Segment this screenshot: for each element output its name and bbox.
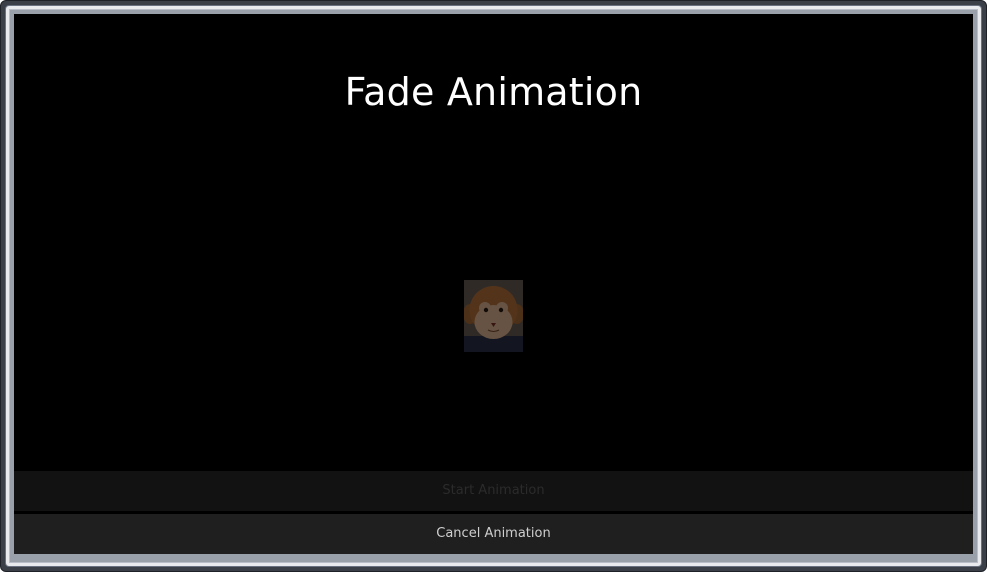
monkey-face-icon — [463, 280, 524, 352]
page-title: Fade Animation — [344, 70, 643, 114]
cancel-animation-button[interactable]: Cancel Animation — [14, 514, 973, 554]
app-screen: Fade Animation Start Animation Cancel An… — [14, 14, 973, 554]
fading-image — [463, 280, 524, 352]
start-animation-button[interactable]: Start Animation — [14, 471, 973, 511]
